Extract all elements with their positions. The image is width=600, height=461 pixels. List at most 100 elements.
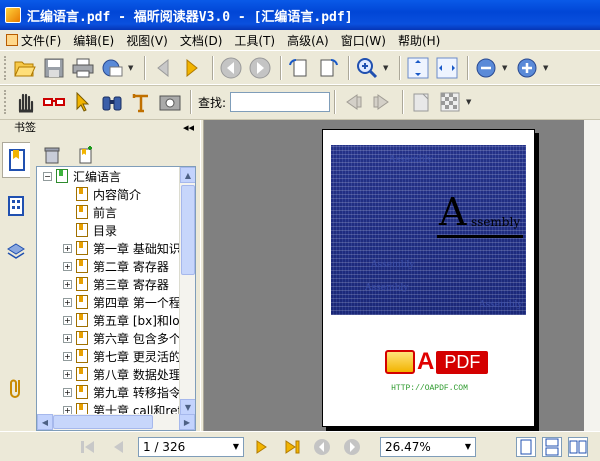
menu-file[interactable]: 文件(F) bbox=[6, 32, 61, 49]
expand-icon[interactable]: + bbox=[63, 279, 72, 289]
last-page-button[interactable] bbox=[282, 437, 302, 457]
menu-document[interactable]: 文档(D) bbox=[180, 32, 223, 49]
save-button[interactable] bbox=[41, 55, 67, 81]
forward-button[interactable] bbox=[247, 55, 273, 81]
history-forward-button[interactable] bbox=[342, 437, 362, 457]
toolbar-separator bbox=[144, 56, 146, 80]
collapse-pane-icon[interactable]: ◂◂ bbox=[183, 121, 194, 134]
scroll-down-icon[interactable]: ▼ bbox=[180, 399, 195, 415]
collapse-icon[interactable]: − bbox=[43, 171, 52, 181]
bookmark-item[interactable]: + 第六章 包含多个 bbox=[63, 329, 181, 347]
expand-icon[interactable]: + bbox=[63, 243, 72, 253]
search-tool-button[interactable] bbox=[99, 89, 125, 115]
chevron-down-icon[interactable]: ▼ bbox=[465, 442, 471, 451]
chevron-down-icon[interactable]: ▼ bbox=[383, 64, 391, 72]
bookmark-item[interactable]: 内容简介 bbox=[76, 185, 141, 203]
hand-tool-button[interactable] bbox=[12, 89, 38, 115]
bookmark-item[interactable]: + 第二章 寄存器 bbox=[63, 257, 169, 275]
first-page-button[interactable] bbox=[78, 437, 98, 457]
tab-attachments[interactable] bbox=[2, 370, 30, 406]
pdf-page[interactable]: Assembly Assembly Assembly Assembly A ss… bbox=[322, 129, 535, 427]
chevron-down-icon[interactable]: ▼ bbox=[128, 64, 136, 72]
continuous-view-button[interactable] bbox=[542, 436, 562, 457]
document-view[interactable]: Assembly Assembly Assembly Assembly A ss… bbox=[204, 120, 600, 431]
zoom-box[interactable]: 26.47% ▼ bbox=[380, 436, 476, 457]
bookmark-item[interactable]: + 第五章 [bx]和loop bbox=[63, 311, 195, 329]
bookmark-item[interactable]: + 第七章 更灵活的 bbox=[63, 347, 181, 365]
expand-icon[interactable]: + bbox=[63, 387, 72, 397]
previous-page-button[interactable] bbox=[150, 55, 176, 81]
next-page-button[interactable] bbox=[179, 55, 205, 81]
menu-help[interactable]: 帮助(H) bbox=[398, 32, 440, 49]
chevron-down-icon[interactable]: ▼ bbox=[502, 64, 510, 72]
bookmark-vertical-scrollbar[interactable]: ▲ ▼ bbox=[179, 167, 195, 415]
zoom-in-button[interactable] bbox=[514, 55, 540, 81]
expand-icon[interactable]: + bbox=[63, 297, 72, 307]
circle-right-icon bbox=[344, 438, 360, 455]
bookmark-horizontal-scrollbar[interactable]: ◀ ▶ bbox=[37, 414, 195, 430]
facing-view-button[interactable] bbox=[568, 436, 588, 457]
image-tool-button[interactable] bbox=[157, 89, 183, 115]
expand-icon[interactable]: + bbox=[63, 333, 72, 343]
prev-page-button[interactable] bbox=[108, 437, 128, 457]
expand-icon[interactable]: + bbox=[63, 351, 72, 361]
zoom-in-tool-button[interactable] bbox=[354, 55, 380, 81]
bookmark-item[interactable]: 目录 bbox=[76, 221, 117, 239]
snapshot-tool-button[interactable] bbox=[41, 89, 67, 115]
menu-window[interactable]: 窗口(W) bbox=[341, 32, 386, 49]
bookmark-item[interactable]: + 第九章 转移指令 bbox=[63, 383, 181, 401]
tab-layers[interactable] bbox=[2, 234, 30, 270]
document-vertical-scrollbar[interactable] bbox=[584, 120, 600, 431]
delete-bookmark-button[interactable] bbox=[44, 146, 60, 167]
bookmark-item[interactable]: 前言 bbox=[76, 203, 117, 221]
text-tool-button[interactable] bbox=[128, 89, 154, 115]
bookmark-item[interactable]: + 第四章 第一个程 bbox=[63, 293, 181, 311]
scroll-thumb[interactable] bbox=[181, 185, 195, 275]
fit-page-button[interactable] bbox=[405, 55, 431, 81]
pattern-tool-button[interactable] bbox=[437, 89, 463, 115]
menu-tools[interactable]: 工具(T) bbox=[234, 32, 275, 49]
zoom-out-button[interactable] bbox=[473, 55, 499, 81]
select-tool-button[interactable] bbox=[70, 89, 96, 115]
history-back-button[interactable] bbox=[312, 437, 332, 457]
expand-icon[interactable]: + bbox=[63, 369, 72, 379]
note-tool-button[interactable] bbox=[408, 89, 434, 115]
find-previous-button[interactable] bbox=[340, 89, 366, 115]
bookmark-item[interactable]: + 第八章 数据处理 bbox=[63, 365, 181, 383]
menu-view[interactable]: 视图(V) bbox=[126, 32, 168, 49]
rotate-right-button[interactable] bbox=[315, 55, 341, 81]
find-input[interactable] bbox=[230, 92, 331, 112]
scroll-right-icon[interactable]: ▶ bbox=[179, 414, 195, 430]
expand-icon[interactable]: + bbox=[63, 261, 72, 271]
scroll-up-icon[interactable]: ▲ bbox=[180, 167, 195, 183]
email-button[interactable] bbox=[99, 55, 125, 81]
scroll-left-icon[interactable]: ◀ bbox=[37, 414, 53, 430]
chevron-down-icon[interactable]: ▼ bbox=[543, 64, 551, 72]
find-next-button[interactable] bbox=[369, 89, 395, 115]
printer-icon bbox=[72, 58, 94, 78]
back-button[interactable] bbox=[218, 55, 244, 81]
chevron-down-icon[interactable]: ▼ bbox=[466, 98, 474, 106]
scroll-thumb[interactable] bbox=[53, 415, 153, 429]
next-page-button[interactable] bbox=[252, 437, 272, 457]
bookmark-item[interactable]: + 第一章 基础知识 bbox=[63, 239, 181, 257]
fit-width-button[interactable] bbox=[434, 55, 460, 81]
menu-advanced[interactable]: 高级(A) bbox=[287, 32, 329, 49]
menu-edit[interactable]: 编辑(E) bbox=[73, 32, 114, 49]
plus-circle-icon bbox=[517, 58, 537, 78]
bookmark-label: 第七章 更灵活的 bbox=[93, 349, 181, 364]
add-bookmark-button[interactable] bbox=[78, 146, 94, 167]
tab-thumbnails[interactable] bbox=[2, 188, 30, 224]
page-number-box[interactable]: 1 / 326 ▼ bbox=[138, 436, 244, 457]
hand-icon bbox=[18, 93, 34, 113]
bookmark-item[interactable]: + 第三章 寄存器 bbox=[63, 275, 169, 293]
tab-bookmarks[interactable] bbox=[2, 142, 30, 178]
expand-icon[interactable]: + bbox=[63, 315, 72, 325]
single-page-view-button[interactable] bbox=[516, 436, 536, 457]
rotate-left-button[interactable] bbox=[286, 55, 312, 81]
bookmark-root[interactable]: − 汇编语言 bbox=[43, 167, 121, 185]
print-button[interactable] bbox=[70, 55, 96, 81]
chevron-down-icon[interactable]: ▼ bbox=[233, 442, 239, 451]
open-button[interactable] bbox=[12, 55, 38, 81]
cover-title-word: ssembly bbox=[471, 215, 521, 229]
